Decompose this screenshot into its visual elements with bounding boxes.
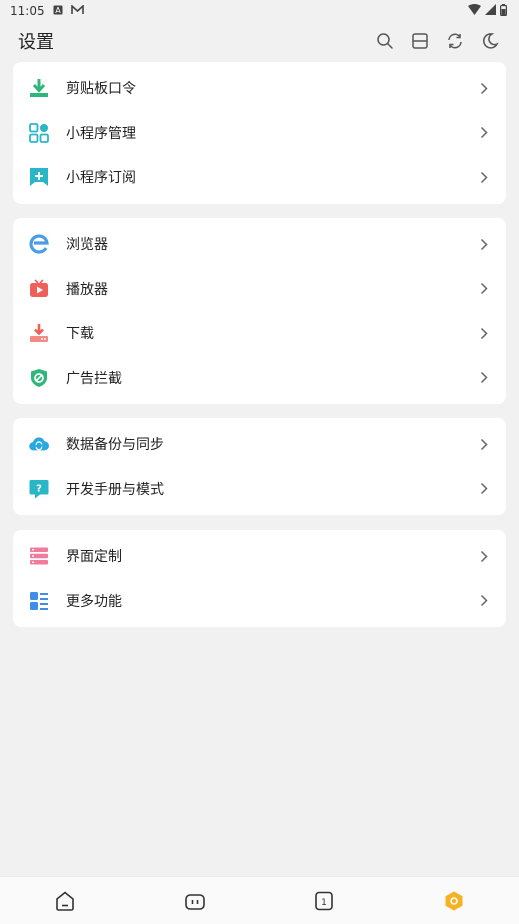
chevron-right-icon	[478, 126, 490, 140]
signal-icon	[485, 4, 496, 18]
row-dev-manual[interactable]: ? 开发手册与模式	[13, 467, 506, 512]
row-label: 开发手册与模式	[66, 481, 164, 498]
apps-grid-icon	[29, 122, 49, 143]
row-label: 数据备份与同步	[66, 437, 164, 454]
download-icon	[29, 323, 49, 343]
tv-play-icon	[29, 279, 49, 299]
layout-bars-icon	[29, 546, 49, 566]
download-tray-icon	[29, 78, 49, 98]
header-actions	[374, 30, 501, 52]
tabs-counter-button[interactable]: 1	[304, 881, 344, 921]
svg-text:A: A	[55, 6, 61, 15]
row-ui-customize[interactable]: 界面定制	[13, 534, 506, 579]
row-download[interactable]: 下载	[13, 311, 506, 356]
chevron-right-icon	[478, 81, 490, 95]
bookmark-plus-icon	[29, 167, 49, 187]
row-ad-block[interactable]: 广告拦截	[13, 356, 506, 401]
row-label: 浏览器	[66, 237, 108, 254]
row-more-features[interactable]: 更多功能	[13, 579, 506, 624]
settings-group-1: 剪贴板口令 小程序管理 小程序订阅	[13, 62, 506, 204]
help-bubble-icon: ?	[29, 479, 49, 499]
row-mini-program-manage[interactable]: 小程序管理	[13, 111, 506, 156]
status-time: 11:05	[10, 4, 45, 18]
row-label: 下载	[66, 326, 94, 343]
chevron-right-icon	[478, 237, 490, 251]
wifi-icon	[468, 4, 481, 18]
chevron-right-icon	[478, 170, 490, 184]
row-label: 小程序管理	[66, 125, 136, 142]
row-label: 更多功能	[66, 593, 122, 610]
tab-count: 1	[322, 898, 328, 908]
header-bar: 设置	[0, 22, 519, 60]
row-backup-sync[interactable]: 数据备份与同步	[13, 422, 506, 467]
settings-hex-icon[interactable]	[434, 881, 474, 921]
chevron-right-icon	[478, 371, 490, 385]
chevron-right-icon	[478, 549, 490, 563]
page-title: 设置	[18, 32, 54, 53]
tabs-counter-icon: 1	[315, 891, 334, 910]
chevron-right-icon	[478, 594, 490, 608]
chevron-right-icon	[478, 282, 490, 296]
chevron-right-icon	[478, 326, 490, 340]
scan-icon[interactable]	[409, 30, 431, 52]
row-label: 广告拦截	[66, 370, 122, 387]
battery-icon	[500, 3, 508, 19]
bottom-nav: 1	[0, 876, 519, 924]
row-player[interactable]: 播放器	[13, 267, 506, 312]
chevron-right-icon	[478, 482, 490, 496]
row-mini-program-subscribe[interactable]: 小程序订阅	[13, 155, 506, 200]
chevron-right-icon	[478, 437, 490, 451]
settings-group-4: 界面定制 更多功能	[13, 530, 506, 627]
status-bar: 11:05 A	[0, 0, 519, 22]
row-clipboard-token[interactable]: 剪贴板口令	[13, 66, 506, 111]
row-browser[interactable]: 浏览器	[13, 222, 506, 267]
settings-group-2: 浏览器 播放器 下载 广告拦截	[13, 218, 506, 404]
moon-icon[interactable]	[479, 30, 501, 52]
m-mail-icon	[70, 4, 84, 18]
a-box-icon: A	[53, 4, 63, 18]
status-right	[468, 3, 508, 19]
row-label: 播放器	[66, 281, 108, 298]
browser-e-icon	[29, 234, 49, 254]
status-left: 11:05 A	[10, 4, 84, 18]
settings-group-3: 数据备份与同步 ? 开发手册与模式	[13, 418, 506, 515]
svg-text:?: ?	[36, 483, 42, 494]
more-list-icon	[29, 591, 49, 611]
refresh-icon[interactable]	[444, 30, 466, 52]
row-label: 小程序订阅	[66, 170, 136, 187]
row-label: 剪贴板口令	[66, 81, 136, 98]
row-label: 界面定制	[66, 549, 122, 566]
home-icon[interactable]	[45, 881, 85, 921]
shield-block-icon	[29, 368, 49, 388]
bilibili-tv-icon[interactable]	[175, 881, 215, 921]
search-icon[interactable]	[374, 30, 396, 52]
cloud-sync-icon	[29, 434, 49, 454]
